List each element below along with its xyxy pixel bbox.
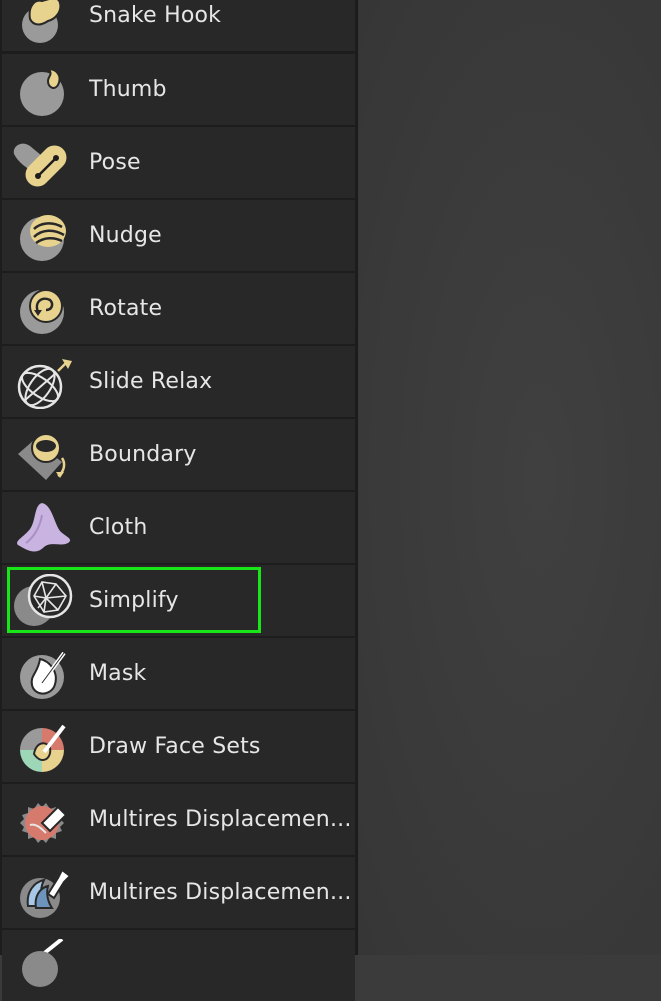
- tool-item-next[interactable]: [2, 930, 355, 1001]
- tool-label: Snake Hook: [89, 3, 222, 28]
- snake-hook-icon: [22, 0, 62, 43]
- tool-list-panel: Snake Hook Thumb Pose Nudge Rotate Slide…: [0, 0, 358, 1001]
- next-tool-icon: [22, 939, 64, 987]
- rotate-icon: [20, 289, 64, 334]
- simplify-icon: [14, 574, 73, 626]
- tool-label: Multires Displacemen...: [89, 880, 349, 905]
- tool-label: Thumb: [89, 77, 167, 102]
- tool-item-nudge[interactable]: Nudge: [2, 200, 355, 271]
- tool-label: Slide Relax: [89, 369, 213, 394]
- tool-item-rotate[interactable]: Rotate: [2, 273, 355, 344]
- multires-displacement-eraser-icon: [20, 803, 68, 843]
- tool-label: Multires Displacemen...: [89, 807, 349, 832]
- tool-label: [89, 930, 349, 1001]
- 3d-viewport[interactable]: [357, 0, 661, 955]
- tool-label: Rotate: [89, 296, 163, 321]
- tool-label: Simplify: [89, 588, 179, 613]
- tool-label: Mask: [89, 661, 147, 686]
- tool-item-cloth[interactable]: Cloth: [2, 492, 355, 563]
- draw-face-sets-icon: [20, 724, 66, 772]
- tool-item-pose[interactable]: Pose: [2, 127, 355, 198]
- tool-item-boundary[interactable]: Boundary: [2, 419, 355, 490]
- nudge-icon: [20, 215, 66, 261]
- thumb-icon: [20, 67, 64, 116]
- tool-label: Pose: [89, 150, 141, 175]
- mask-icon: [20, 651, 66, 699]
- slide-relax-icon: [17, 359, 72, 409]
- tool-item-snake-hook[interactable]: Snake Hook: [2, 0, 355, 51]
- tool-item-multires-displacement-eraser[interactable]: Multires Displacemen...: [2, 784, 355, 855]
- tool-item-thumb[interactable]: Thumb: [2, 54, 355, 125]
- pose-icon: [13, 143, 67, 187]
- tool-item-multires-displacement-smear[interactable]: Multires Displacemen...: [2, 857, 355, 928]
- multires-displacement-smear-icon: [20, 868, 72, 918]
- tool-label: Draw Face Sets: [89, 734, 261, 759]
- boundary-icon: [18, 433, 66, 480]
- tool-item-mask[interactable]: Mask: [2, 638, 355, 709]
- tool-label: Boundary: [89, 442, 197, 467]
- cloth-icon: [17, 503, 71, 552]
- tool-item-slide-relax[interactable]: Slide Relax: [2, 346, 355, 417]
- tool-item-simplify[interactable]: Simplify: [2, 565, 355, 636]
- tool-item-draw-face-sets[interactable]: Draw Face Sets: [2, 711, 355, 782]
- tool-label: Nudge: [89, 223, 162, 248]
- tool-label: Cloth: [89, 515, 148, 540]
